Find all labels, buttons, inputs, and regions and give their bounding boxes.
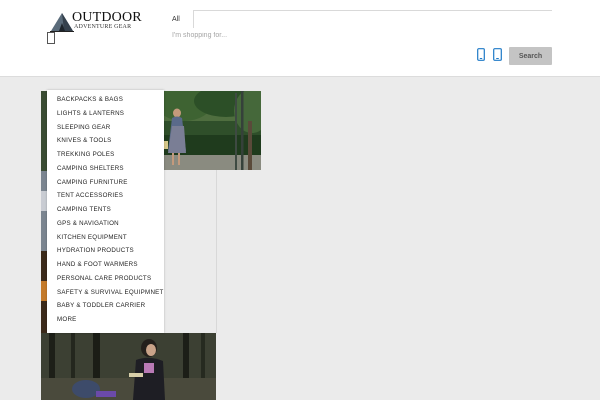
search-category-select[interactable]: All [172, 16, 180, 23]
menu-item-lights-lanterns[interactable]: LIGHTS & LANTERNS [47, 107, 164, 121]
menu-item-knives-tools[interactable]: KNIVES & TOOLS [47, 134, 164, 148]
tablet-icon[interactable] [493, 48, 502, 61]
menu-item-safety-survival-equipment[interactable]: SAFETY & SURVIVAL EQUIPMNET [47, 286, 164, 300]
menu-item-tent-accessories[interactable]: TENT ACCESSORIES [47, 189, 164, 203]
menu-item-more[interactable]: MORE [47, 313, 164, 327]
search-button[interactable]: Search [509, 47, 552, 65]
menu-item-trekking-poles[interactable]: TREKKING POLES [47, 148, 164, 162]
menu-item-sleeping-gear[interactable]: SLEEPING GEAR [47, 121, 164, 135]
grid-divider [216, 170, 217, 333]
menu-item-hand-foot-warmers[interactable]: HAND & FOOT WARMERS [47, 258, 164, 272]
brand-name: OUTDOOR [72, 10, 142, 25]
menu-item-personal-care-products[interactable]: PERSONAL CARE PRODUCTS [47, 272, 164, 286]
menu-item-hydration-products[interactable]: HYDRATION PRODUCTS [47, 244, 164, 258]
park-photo [164, 91, 261, 170]
search-box [193, 10, 552, 28]
menu-icon[interactable] [47, 32, 55, 44]
menu-item-baby-toddler-carrier[interactable]: BABY & TODDLER CARRIER [47, 299, 164, 313]
menu-item-backpacks-bags[interactable]: BACKPACKS & BAGS [47, 93, 164, 107]
brand-tagline: ADVENTURE GEAR [74, 24, 132, 30]
banner-image-park[interactable] [164, 91, 261, 170]
banner-image-forest[interactable] [41, 333, 216, 400]
menu-item-camping-tents[interactable]: CAMPING TENTS [47, 203, 164, 217]
site-logo[interactable]: OUTDOOR ADVENTURE GEAR [50, 10, 142, 32]
menu-item-camping-furniture[interactable]: CAMPING FURNITURE [47, 176, 164, 190]
mobile-icon[interactable] [477, 48, 485, 61]
category-menu: BACKPACKS & BAGS LIGHTS & LANTERNS SLEEP… [47, 90, 164, 333]
menu-item-kitchen-equipment[interactable]: KITCHEN EQUIPMENT [47, 231, 164, 245]
forest-photo [41, 333, 216, 400]
menu-item-gps-navigation[interactable]: GPS & NAVIGATION [47, 217, 164, 231]
search-input[interactable] [172, 32, 472, 39]
tent-logo-icon [50, 13, 74, 32]
menu-item-camping-shelters[interactable]: CAMPING SHELTERS [47, 162, 164, 176]
site-header: OUTDOOR ADVENTURE GEAR All Search [0, 0, 600, 77]
